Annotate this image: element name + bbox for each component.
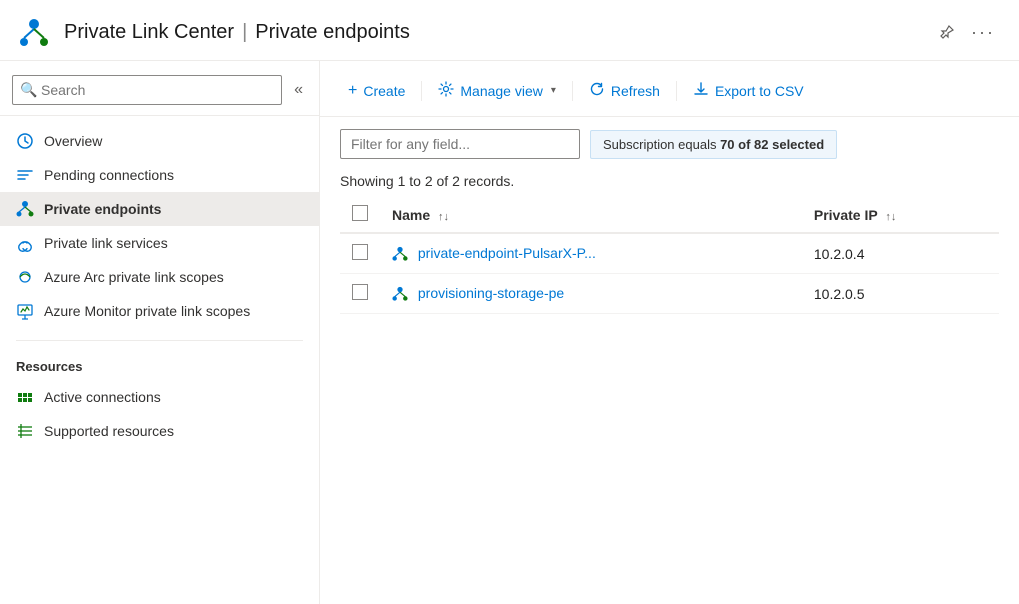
overview-icon	[16, 132, 34, 150]
row1-checkbox[interactable]	[352, 244, 368, 260]
private-ip-sort-icon: ↑↓	[885, 211, 896, 223]
sidebar-nav: Overview Pending connections	[0, 116, 319, 336]
app-header: Private Link Center | Private endpoints …	[0, 0, 1019, 61]
arc-icon	[16, 268, 34, 286]
sidebar-item-private-endpoints[interactable]: Private endpoints	[0, 192, 319, 226]
more-button[interactable]: ···	[967, 18, 999, 47]
content-area: + Create Manage view ▾	[320, 61, 1019, 604]
app-logo	[16, 14, 52, 50]
sidebar-item-azure-monitor-label: Azure Monitor private link scopes	[44, 303, 250, 319]
monitor-icon	[16, 302, 34, 320]
sidebar-item-private-link-services-label: Private link services	[44, 235, 168, 251]
toolbar-sep-3	[676, 81, 677, 101]
sidebar-item-private-endpoints-label: Private endpoints	[44, 201, 161, 217]
sidebar-item-pending-label: Pending connections	[44, 167, 174, 183]
select-all-checkbox[interactable]	[352, 205, 368, 221]
table-header-row: Name ↑↓ Private IP ↑↓	[340, 197, 999, 233]
link-icon	[16, 234, 34, 252]
main-layout: 🔍 « Overview	[0, 61, 1019, 604]
sidebar: 🔍 « Overview	[0, 61, 320, 604]
sidebar-item-azure-arc[interactable]: Azure Arc private link scopes	[0, 260, 319, 294]
search-wrapper: 🔍	[12, 75, 282, 105]
private-ip-column-label: Private IP	[814, 207, 878, 223]
active-icon	[16, 388, 34, 406]
export-button[interactable]: Export to CSV	[685, 75, 812, 106]
ellipsis-icon: ···	[971, 22, 995, 43]
filter-input[interactable]	[340, 129, 580, 159]
page-name: Private endpoints	[255, 21, 410, 44]
filter-row: Subscription equals 70 of 82 selected	[320, 117, 1019, 167]
row1-ip-cell: 10.2.0.4	[802, 233, 999, 274]
sidebar-item-azure-arc-label: Azure Arc private link scopes	[44, 269, 224, 285]
chevron-left-icon: «	[294, 81, 303, 98]
sidebar-item-supported-resources[interactable]: Supported resources	[0, 414, 319, 448]
manage-view-button[interactable]: Manage view ▾	[430, 75, 564, 106]
name-sort-icon: ↑↓	[438, 211, 449, 223]
table-row: private-endpoint-PulsarX-P... 10.2.0.4	[340, 233, 999, 274]
sidebar-item-pending-connections[interactable]: Pending connections	[0, 158, 319, 192]
title-separator: |	[242, 21, 247, 44]
subscription-badge: Subscription equals 70 of 82 selected	[590, 130, 837, 159]
row2-name-link[interactable]: provisioning-storage-pe	[418, 285, 564, 301]
plus-icon: +	[348, 82, 357, 100]
select-all-header	[340, 197, 380, 233]
sidebar-item-private-link-services[interactable]: Private link services	[0, 226, 319, 260]
resources-section-label: Resources	[0, 345, 319, 380]
refresh-label: Refresh	[611, 83, 660, 99]
records-info: Showing 1 to 2 of 2 records.	[320, 167, 1019, 197]
settings-icon	[438, 81, 454, 100]
row2-checkbox-cell	[340, 274, 380, 314]
search-input[interactable]	[12, 75, 282, 105]
manage-view-label: Manage view	[460, 83, 543, 99]
pin-icon	[939, 24, 955, 40]
pending-icon	[16, 166, 34, 184]
subscription-prefix: Subscription equals	[603, 137, 720, 152]
export-label: Export to CSV	[715, 83, 804, 99]
row2-name-cell: provisioning-storage-pe	[380, 274, 802, 314]
row1-endpoint-icon	[392, 245, 412, 261]
table-row: provisioning-storage-pe 10.2.0.5	[340, 274, 999, 314]
sidebar-item-overview[interactable]: Overview	[0, 124, 319, 158]
row2-ip-cell: 10.2.0.5	[802, 274, 999, 314]
toolbar-sep-1	[421, 81, 422, 101]
endpoint-icon	[16, 200, 34, 218]
row1-name-cell: private-endpoint-PulsarX-P...	[380, 233, 802, 274]
toolbar: + Create Manage view ▾	[320, 61, 1019, 117]
app-name: Private Link Center	[64, 21, 234, 44]
name-column-header[interactable]: Name ↑↓	[380, 197, 802, 233]
row2-endpoint-icon	[392, 285, 412, 301]
chevron-down-icon: ▾	[551, 85, 556, 96]
sidebar-search-row: 🔍 «	[0, 61, 319, 116]
name-column-label: Name	[392, 207, 430, 223]
pin-button[interactable]	[935, 18, 959, 47]
header-title: Private Link Center | Private endpoints	[64, 21, 410, 44]
header-actions: ···	[935, 18, 999, 47]
private-ip-column-header[interactable]: Private IP ↑↓	[802, 197, 999, 233]
refresh-icon	[589, 81, 605, 100]
toolbar-sep-2	[572, 81, 573, 101]
refresh-button[interactable]: Refresh	[581, 75, 668, 106]
sidebar-item-overview-label: Overview	[44, 133, 102, 149]
create-label: Create	[363, 83, 405, 99]
sidebar-item-active-connections[interactable]: Active connections	[0, 380, 319, 414]
row2-checkbox[interactable]	[352, 284, 368, 300]
export-icon	[693, 81, 709, 100]
sidebar-item-azure-monitor[interactable]: Azure Monitor private link scopes	[0, 294, 319, 328]
sidebar-item-supported-resources-label: Supported resources	[44, 423, 174, 439]
supported-icon	[16, 422, 34, 440]
table-wrapper: Name ↑↓ Private IP ↑↓	[320, 197, 1019, 604]
sidebar-item-active-connections-label: Active connections	[44, 389, 161, 405]
resources-divider	[16, 340, 303, 341]
subscription-count: 70 of 82 selected	[720, 137, 824, 152]
endpoints-table: Name ↑↓ Private IP ↑↓	[340, 197, 999, 314]
search-icon: 🔍	[20, 82, 37, 99]
create-button[interactable]: + Create	[340, 76, 413, 106]
collapse-button[interactable]: «	[290, 77, 307, 103]
row1-checkbox-cell	[340, 233, 380, 274]
row1-name-link[interactable]: private-endpoint-PulsarX-P...	[418, 245, 596, 261]
